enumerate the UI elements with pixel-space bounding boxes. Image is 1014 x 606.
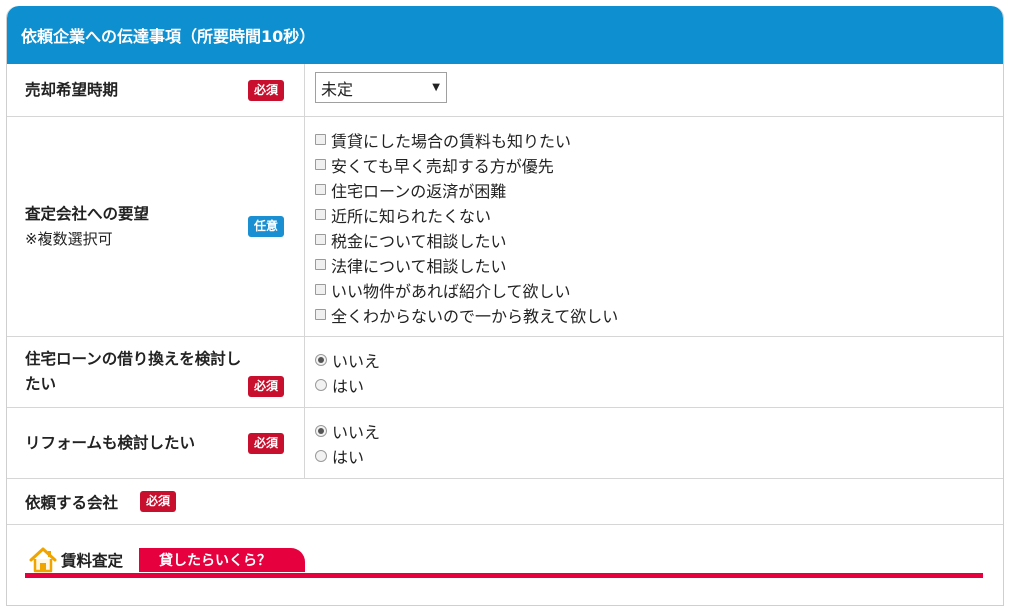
house-icon bbox=[29, 547, 57, 573]
rental-title: 賃料査定 bbox=[61, 552, 124, 570]
sale-timing-select[interactable]: 未定 ▼ bbox=[315, 72, 447, 103]
radio-label: いいえ bbox=[332, 351, 381, 371]
radio-label: はい bbox=[332, 447, 365, 467]
radio-option-no[interactable]: いいえ bbox=[315, 347, 1003, 372]
checkbox-option[interactable]: 住宅ローンの返済が困難 bbox=[315, 177, 1003, 202]
reform-radio-group: いいえ はい bbox=[305, 408, 1003, 478]
row-company: 依頼する会社 必須 bbox=[7, 479, 1003, 525]
sale-timing-label: 売却希望時期 bbox=[25, 80, 119, 99]
row-refinance: 住宅ローンの借り換えを検討し たい 必須 いいえ はい bbox=[7, 337, 1003, 408]
checkbox-option[interactable]: 安くても早く売却する方が優先 bbox=[315, 152, 1003, 177]
rental-tab-label: 貸したらいくら？ bbox=[139, 548, 306, 572]
checkbox[interactable] bbox=[315, 284, 326, 295]
label-cell: 査定会社への要望 ※複数選択可 任意 bbox=[7, 117, 305, 336]
panel-title: 依頼企業への伝達事項（所要時間10秒） bbox=[21, 27, 316, 46]
radio-option-yes[interactable]: はい bbox=[315, 443, 1003, 468]
sale-timing-select-value: 未定 bbox=[321, 79, 354, 99]
checkbox-label: 賃貸にした場合の賃料も知りたい bbox=[331, 131, 572, 151]
checkbox-label: 安くても早く売却する方が優先 bbox=[331, 156, 554, 176]
company-heading: 依頼する会社 必須 bbox=[7, 479, 1003, 524]
section-divider-bar bbox=[25, 573, 983, 578]
checkbox[interactable] bbox=[315, 184, 326, 195]
radio-button[interactable] bbox=[315, 449, 327, 462]
requests-checkbox-list: 賃貸にした場合の賃料も知りたい 安くても早く売却する方が優先 住宅ローンの返済が… bbox=[305, 117, 1003, 336]
checkbox-option[interactable]: 税金について相談したい bbox=[315, 227, 1003, 252]
requests-label-group: 査定会社への要望 ※複数選択可 bbox=[25, 202, 149, 252]
value-cell: 未定 ▼ bbox=[305, 64, 1003, 116]
required-badge: 必須 bbox=[140, 491, 177, 512]
checkbox-option[interactable]: 近所に知られたくない bbox=[315, 202, 1003, 227]
radio-option-no[interactable]: いいえ bbox=[315, 418, 1003, 443]
checkbox[interactable] bbox=[315, 134, 326, 145]
refinance-label-line1: 住宅ローンの借り換えを検討し bbox=[25, 350, 242, 368]
checkbox-label: 法律について相談したい bbox=[331, 256, 507, 276]
row-reform: リフォームも検討したい 必須 いいえ はい bbox=[7, 408, 1003, 479]
refinance-label-line2: たい bbox=[25, 375, 57, 393]
refinance-radio-group: いいえ はい bbox=[305, 337, 1003, 407]
label-cell: リフォームも検討したい 必須 bbox=[7, 408, 305, 478]
label-cell: 売却希望時期 必須 bbox=[7, 64, 305, 116]
radio-button[interactable] bbox=[315, 378, 327, 391]
checkbox[interactable] bbox=[315, 259, 326, 270]
checkbox-label: 近所に知られたくない bbox=[331, 206, 492, 226]
rental-heading: 賃料査定 貸したらいくら？ bbox=[29, 547, 306, 573]
checkbox-option[interactable]: 全くわからないので一から教えて欲しい bbox=[315, 302, 1003, 327]
checkbox[interactable] bbox=[315, 234, 326, 245]
reform-label: リフォームも検討したい bbox=[25, 433, 196, 452]
checkbox-option[interactable]: 賃貸にした場合の賃料も知りたい bbox=[315, 127, 1003, 152]
refinance-label: 住宅ローンの借り換えを検討し たい bbox=[25, 347, 241, 397]
radio-label: いいえ bbox=[332, 422, 381, 442]
panel-header: 依頼企業への伝達事項（所要時間10秒） bbox=[7, 6, 1003, 64]
radio-button-selected[interactable] bbox=[315, 353, 327, 366]
checkbox[interactable] bbox=[315, 159, 326, 170]
requests-label: 査定会社への要望 bbox=[25, 204, 150, 223]
checkbox-option[interactable]: いい物件があれば紹介して欲しい bbox=[315, 277, 1003, 302]
checkbox-label: 住宅ローンの返済が困難 bbox=[331, 181, 507, 201]
label-cell: 住宅ローンの借り換えを検討し たい 必須 bbox=[7, 337, 305, 407]
checkbox-option[interactable]: 法律について相談したい bbox=[315, 252, 1003, 277]
checkbox-label: いい物件があれば紹介して欲しい bbox=[331, 281, 571, 301]
required-badge: 必須 bbox=[247, 432, 284, 454]
required-badge: 必須 bbox=[247, 376, 284, 397]
checkbox[interactable] bbox=[315, 209, 326, 220]
request-form-panel: 依頼企業への伝達事項（所要時間10秒） 売却希望時期 必須 未定 ▼ 査定会社へ… bbox=[6, 6, 1004, 606]
required-badge: 必須 bbox=[247, 79, 284, 101]
checkbox-label: 全くわからないので一から教えて欲しい bbox=[331, 306, 619, 326]
optional-badge: 任意 bbox=[247, 216, 284, 237]
row-sale-timing: 売却希望時期 必須 未定 ▼ bbox=[7, 64, 1003, 117]
rental-section: 賃料査定 貸したらいくら？ bbox=[7, 525, 1003, 595]
checkbox-label: 税金について相談したい bbox=[331, 231, 507, 251]
radio-option-yes[interactable]: はい bbox=[315, 372, 1003, 397]
radio-button-selected[interactable] bbox=[315, 424, 327, 437]
company-label: 依頼する会社 bbox=[25, 493, 119, 512]
radio-label: はい bbox=[332, 376, 365, 396]
row-requests: 査定会社への要望 ※複数選択可 任意 賃貸にした場合の賃料も知りたい 安くても早… bbox=[7, 117, 1003, 337]
checkbox[interactable] bbox=[315, 309, 326, 320]
requests-sublabel: ※複数選択可 bbox=[25, 229, 113, 248]
dropdown-arrow-icon: ▼ bbox=[432, 82, 440, 93]
